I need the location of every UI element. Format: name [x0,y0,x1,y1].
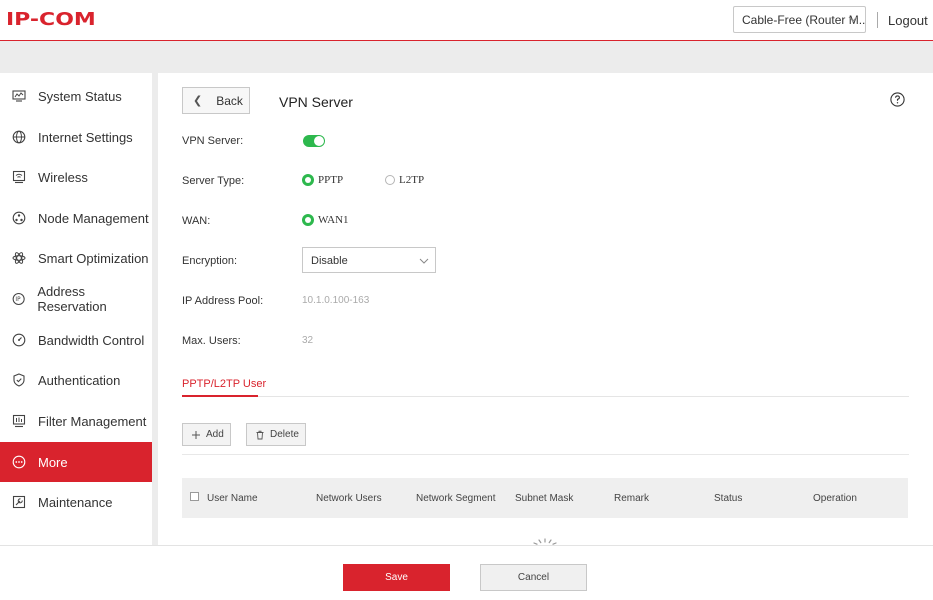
wrench-icon [12,495,26,509]
chevron-down-icon [848,16,858,22]
sidebar-item-label: Node Management [38,210,149,226]
sidebar-item-maintenance[interactable]: Maintenance [0,482,152,522]
sidebar-item-label: System Status [38,88,122,104]
back-button-label: Back [216,93,243,108]
plus-icon [192,430,200,439]
back-button[interactable]: ❮ Back [182,87,250,114]
vpn-server-label: VPN Server: [182,135,244,147]
sidebar-item-more[interactable]: More [0,442,152,482]
add-button[interactable]: Add [182,423,231,446]
sidebar-item-label: Address Reservation [37,284,107,314]
vpn-server-toggle[interactable] [303,135,325,147]
header-band [0,41,933,73]
toolbar-divider [182,454,909,455]
svg-text:IP: IP [15,297,21,303]
sidebar-item-label: Internet Settings [38,129,133,145]
sidebar-item-system-status[interactable]: System Status [0,76,152,116]
shield-check-icon [13,373,25,387]
sidebar: System Status Internet Settings Wireless… [0,73,152,545]
col-subnet-mask: Subnet Mask [515,493,574,504]
monitor-icon [12,90,26,102]
header-divider [877,12,878,28]
sidebar-item-label: Wireless [38,169,88,185]
max-users-value: 32 [302,335,314,346]
help-icon[interactable] [890,92,905,107]
sidebar-item-authentication[interactable]: Authentication [0,360,152,400]
filter-icon [12,414,26,428]
tab-active-underline [182,395,258,397]
sidebar-item-label: Maintenance [38,494,113,510]
sidebar-item-label: Smart Optimization [38,250,149,266]
sidebar-item-label: Filter Management [38,413,147,429]
toggle-knob [314,136,324,146]
tab-divider [182,396,909,397]
sidebar-item-filter-management[interactable]: Filter Management [0,401,152,441]
col-user-name: User Name [207,493,258,504]
trash-icon [256,430,264,439]
logout-link[interactable]: Logout [888,13,928,28]
page-title: VPN Server [279,94,353,110]
gauge-icon [12,333,26,347]
ip-pool-label: IP Address Pool: [182,295,264,307]
delete-button[interactable]: Delete [246,423,306,446]
sidebar-item-address-reservation[interactable]: IP Address Reservation [0,279,152,319]
radio-checked-icon [302,214,314,226]
mode-select[interactable]: Cable-Free (Router M... [733,6,866,33]
wan-radio-wan1[interactable]: WAN1 [302,214,349,226]
brand-logo: IP-COM [6,10,96,30]
server-type-label: Server Type: [182,175,245,187]
ip-pool-value: 10.1.0.100-163 [302,295,370,306]
optimize-icon [12,252,26,264]
globe-icon [12,130,26,144]
select-all-checkbox[interactable] [190,492,199,501]
server-type-radio-l2tp[interactable]: L2TP [385,174,424,186]
col-status: Status [714,493,743,504]
top-header: IP-COM Cable-Free (Router M... Logout [0,0,933,41]
col-operation: Operation [813,493,857,504]
encryption-select-value: Disable [311,255,348,267]
chevron-left-icon: ❮ [193,95,203,107]
add-button-label: Add [206,429,224,440]
radio-label: L2TP [399,174,425,186]
cancel-button[interactable]: Cancel [480,564,587,591]
chevron-down-icon [419,258,429,264]
main-panel: ❮ Back VPN Server VPN Server: Server Typ… [158,73,933,545]
more-icon [12,455,26,469]
sidebar-item-label: Authentication [38,372,121,388]
sidebar-item-smart-optimization[interactable]: Smart Optimization [0,238,152,278]
save-button[interactable]: Save [343,564,450,591]
tab-pptp-l2tp-user[interactable]: PPTP/L2TP User [182,378,266,390]
ip-reservation-icon: IP [12,292,25,306]
wireless-icon [12,170,26,184]
sidebar-item-wireless[interactable]: Wireless [0,157,152,197]
sidebar-item-label: Bandwidth Control [38,332,145,348]
sidebar-item-bandwidth-control[interactable]: Bandwidth Control [0,320,152,360]
encryption-label: Encryption: [182,255,238,267]
footer-bar: Save Cancel [0,545,933,600]
encryption-select[interactable]: Disable [302,247,436,273]
user-table-header: User Name Network Users Network Segment … [182,478,908,518]
radio-label: PPTP [318,174,344,186]
sidebar-item-node-management[interactable]: Node Management [0,198,152,238]
node-icon [12,211,26,225]
loading-spinner-icon [533,538,557,545]
col-network-segment: Network Segment [416,493,496,504]
max-users-label: Max. Users: [182,335,241,347]
sidebar-item-label: More [38,454,68,470]
col-remark: Remark [614,493,650,504]
col-network-users: Network Users [316,493,382,504]
sidebar-item-internet-settings[interactable]: Internet Settings [0,117,152,157]
wan-label: WAN: [182,215,211,227]
radio-label: WAN1 [318,214,349,226]
server-type-radio-pptp[interactable]: PPTP [302,174,343,186]
delete-button-label: Delete [270,429,299,440]
radio-unchecked-icon [385,175,395,185]
radio-checked-icon [302,174,314,186]
